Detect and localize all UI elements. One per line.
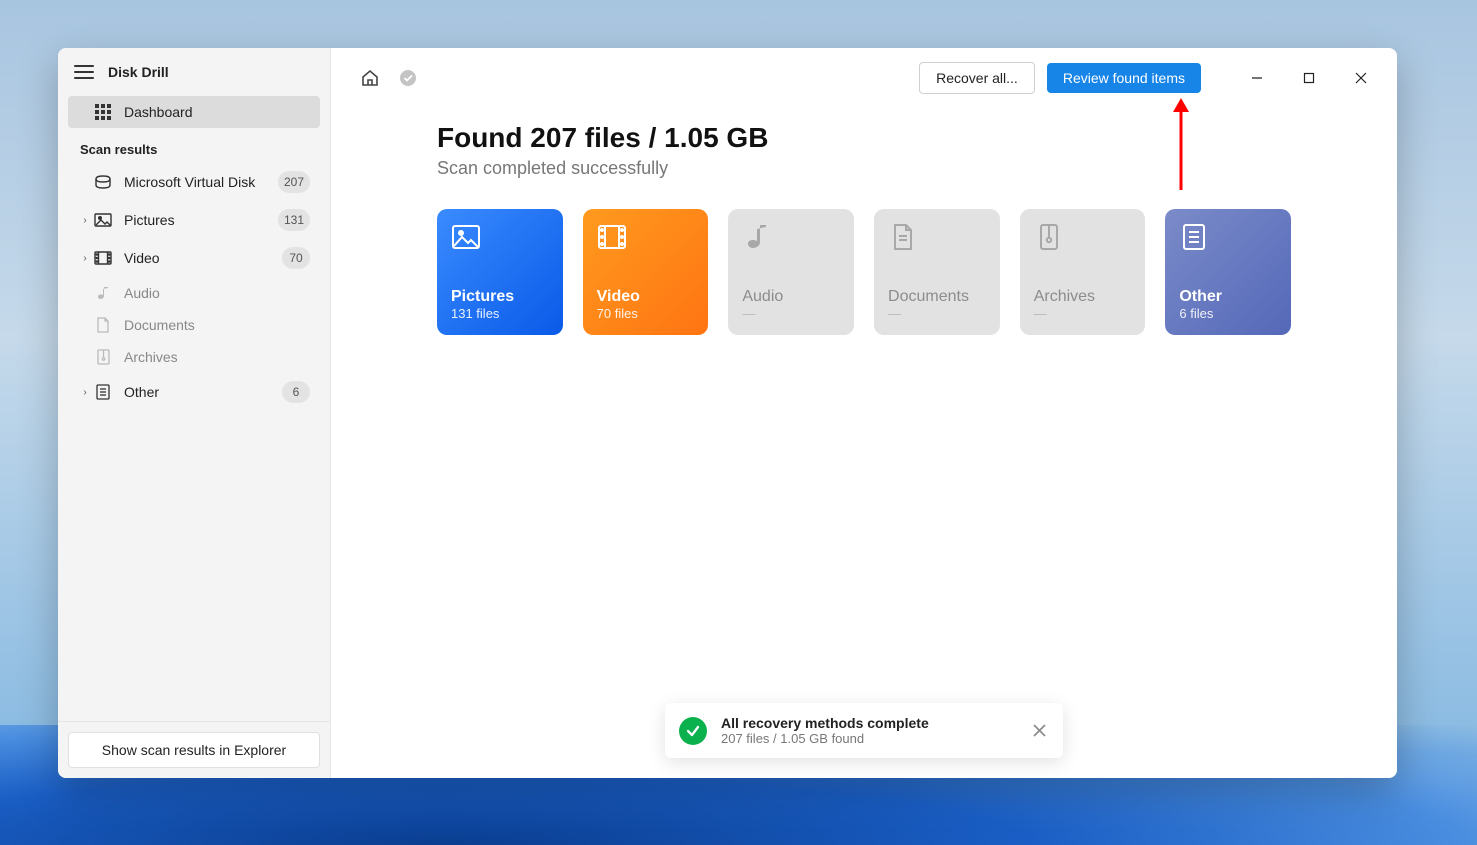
toast-sub: 207 files / 1.05 GB found <box>721 731 1015 746</box>
tile-title: Archives <box>1034 288 1132 306</box>
check-circle-icon <box>679 717 707 745</box>
picture-icon <box>451 223 481 251</box>
content-area: Found 207 files / 1.05 GB Scan completed… <box>331 104 1397 355</box>
sidebar-item-archives[interactable]: Archives <box>68 341 320 373</box>
recover-all-button[interactable]: Recover all... <box>919 62 1035 94</box>
archive-icon <box>1034 223 1064 251</box>
count-badge: 70 <box>282 247 310 269</box>
sidebar: Disk Drill Dashboard Scan results Micros… <box>58 48 331 778</box>
home-icon[interactable] <box>357 65 383 91</box>
video-icon <box>597 223 627 251</box>
sidebar-item-dashboard[interactable]: Dashboard <box>68 96 320 128</box>
sidebar-item-disk[interactable]: Microsoft Virtual Disk 207 <box>68 163 320 201</box>
sidebar-item-label: Archives <box>124 349 310 365</box>
found-subtitle: Scan completed successfully <box>437 158 1291 179</box>
tile-sub: — <box>742 306 840 321</box>
tile-title: Pictures <box>451 288 549 306</box>
sidebar-item-label: Audio <box>124 285 310 301</box>
tile-archives: Archives — <box>1020 209 1146 335</box>
count-badge: 207 <box>278 171 310 193</box>
show-in-explorer-button[interactable]: Show scan results in Explorer <box>68 732 320 768</box>
verified-badge-icon[interactable] <box>395 65 421 91</box>
window-close-button[interactable] <box>1341 64 1381 92</box>
tile-other[interactable]: Other 6 files <box>1165 209 1291 335</box>
chevron-right-icon: › <box>78 253 92 264</box>
tile-sub: 131 files <box>451 306 549 321</box>
tile-title: Audio <box>742 288 840 306</box>
sidebar-footer: Show scan results in Explorer <box>58 721 330 778</box>
app-title: Disk Drill <box>108 64 169 80</box>
toast-notification: All recovery methods complete 207 files … <box>665 703 1063 758</box>
app-window: Disk Drill Dashboard Scan results Micros… <box>58 48 1397 778</box>
tile-sub: 70 files <box>597 306 695 321</box>
menu-icon[interactable] <box>74 62 94 82</box>
tile-title: Other <box>1179 288 1277 306</box>
other-icon <box>92 384 114 400</box>
sidebar-item-label: Pictures <box>124 212 278 228</box>
main-area: Recover all... Review found items Found … <box>331 48 1397 778</box>
review-found-items-button[interactable]: Review found items <box>1047 63 1201 93</box>
window-minimize-button[interactable] <box>1237 64 1277 92</box>
sidebar-item-label: Dashboard <box>124 104 310 120</box>
tile-pictures[interactable]: Pictures 131 files <box>437 209 563 335</box>
audio-icon <box>92 285 114 301</box>
toast-title: All recovery methods complete <box>721 715 1015 731</box>
sidebar-item-label: Microsoft Virtual Disk <box>124 174 278 190</box>
main-header: Recover all... Review found items <box>331 48 1397 104</box>
count-badge: 131 <box>278 209 310 231</box>
sidebar-item-label: Video <box>124 250 282 266</box>
tile-documents: Documents — <box>874 209 1000 335</box>
other-icon <box>1179 223 1209 251</box>
document-icon <box>92 317 114 333</box>
tile-sub: — <box>1034 306 1132 321</box>
disk-icon <box>92 175 114 189</box>
window-maximize-button[interactable] <box>1289 64 1329 92</box>
sidebar-item-label: Documents <box>124 317 310 333</box>
tile-sub: — <box>888 306 986 321</box>
found-title: Found 207 files / 1.05 GB <box>437 122 1291 154</box>
sidebar-header: Disk Drill <box>58 48 330 92</box>
sidebar-item-other[interactable]: › Other 6 <box>68 373 320 411</box>
grid-icon <box>92 104 114 120</box>
archive-icon <box>92 349 114 365</box>
sidebar-nav: Dashboard Scan results Microsoft Virtual… <box>58 92 330 721</box>
chevron-right-icon: › <box>78 215 92 226</box>
document-icon <box>888 223 918 251</box>
tiles-row: Pictures 131 files Video 70 files <box>437 209 1291 335</box>
count-badge: 6 <box>282 381 310 403</box>
audio-icon <box>742 223 772 251</box>
sidebar-item-documents[interactable]: Documents <box>68 309 320 341</box>
picture-icon <box>92 213 114 227</box>
tile-audio: Audio — <box>728 209 854 335</box>
chevron-right-icon: › <box>78 387 92 398</box>
sidebar-section-title: Scan results <box>68 128 320 163</box>
sidebar-item-video[interactable]: › Video 70 <box>68 239 320 277</box>
video-icon <box>92 251 114 265</box>
tile-sub: 6 files <box>1179 306 1277 321</box>
toast-close-button[interactable] <box>1029 721 1049 741</box>
tile-title: Documents <box>888 288 986 306</box>
sidebar-item-pictures[interactable]: › Pictures 131 <box>68 201 320 239</box>
sidebar-item-label: Other <box>124 384 282 400</box>
tile-title: Video <box>597 288 695 306</box>
sidebar-item-audio[interactable]: Audio <box>68 277 320 309</box>
tile-video[interactable]: Video 70 files <box>583 209 709 335</box>
